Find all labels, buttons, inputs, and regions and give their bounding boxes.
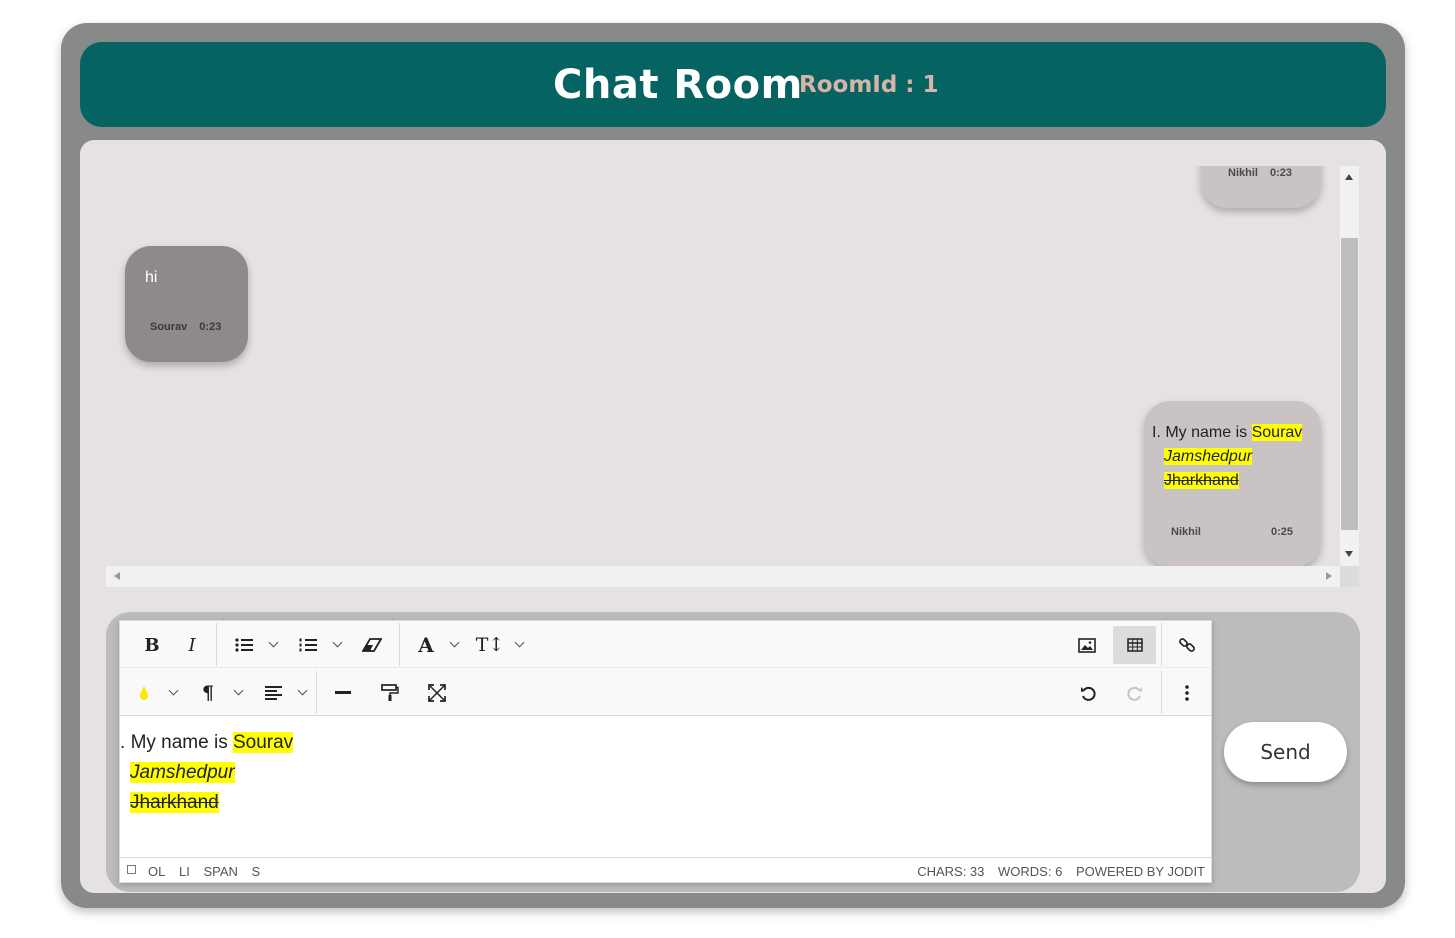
bold-icon[interactable]: B	[132, 626, 172, 664]
editor-line: My name is	[130, 732, 228, 753]
message-meta: Nikhil 0:23	[1228, 167, 1292, 179]
chevron-down-icon[interactable]	[168, 685, 179, 696]
editor-toolbar: B I A T↕ ¶	[120, 621, 1211, 716]
link-icon[interactable]	[1167, 626, 1207, 664]
numbered-list-icon[interactable]	[288, 626, 328, 664]
toolbar-separator	[1161, 671, 1162, 714]
message-time: 0:25	[1271, 526, 1294, 538]
italic-text: Jamshedpur	[1164, 448, 1253, 465]
fullscreen-icon[interactable]	[417, 674, 457, 712]
message-user: Nikhil	[1171, 526, 1201, 538]
message-text: hi	[145, 269, 158, 286]
toolbar-separator	[216, 623, 217, 666]
path-item[interactable]: OL	[148, 864, 165, 879]
more-icon[interactable]	[1167, 674, 1207, 712]
message-time: 0:23	[199, 321, 222, 333]
chevron-down-icon[interactable]	[233, 685, 244, 696]
toolbar-separator	[1161, 623, 1162, 666]
font-icon[interactable]: A	[406, 626, 446, 664]
list-marker: I.	[1152, 424, 1161, 441]
paragraph-icon[interactable]: ¶	[188, 674, 228, 712]
editor-status-bar: OL LI SPAN S CHARS: 33 WORDS: 6 POWERED …	[120, 857, 1211, 882]
scroll-left-icon[interactable]	[114, 572, 120, 580]
image-icon[interactable]	[1067, 626, 1107, 664]
message-bubble: hi Sourav 0:23	[125, 246, 248, 362]
element-path: OL LI SPAN S	[148, 864, 270, 879]
message-line: My name is	[1165, 424, 1248, 441]
scrollbar-corner	[1340, 566, 1359, 587]
chevron-down-icon[interactable]	[514, 637, 525, 648]
message-bubble: Nikhil 0:23	[1201, 166, 1321, 208]
toolbar-separator	[399, 623, 400, 666]
message-bubble: I. My name is Sourav Jamshedpur Jharkhan…	[1144, 401, 1321, 566]
chevron-down-icon[interactable]	[268, 637, 279, 648]
eraser-icon[interactable]	[352, 626, 392, 664]
message-time: 0:23	[1269, 167, 1292, 179]
chevron-down-icon[interactable]	[332, 637, 343, 648]
undo-icon[interactable]	[1068, 674, 1108, 712]
horizontal-scrollbar[interactable]	[106, 566, 1340, 587]
page-title: Chat Room	[553, 62, 803, 108]
toolbar-row: ¶	[120, 669, 1211, 716]
copy-format-icon[interactable]	[370, 674, 410, 712]
room-id-label: RoomId : 1	[799, 72, 939, 98]
rich-text-editor: B I A T↕ ¶ . My name is Sourav Jamshedpu…	[119, 620, 1212, 883]
message-rich-text: I. My name is Sourav Jamshedpur Jharkhan…	[1152, 421, 1303, 493]
scroll-right-icon[interactable]	[1326, 572, 1332, 580]
chevron-down-icon[interactable]	[297, 685, 308, 696]
toolbar-separator	[316, 671, 317, 714]
strikethrough-text: Jharkhand	[130, 792, 219, 813]
char-count: CHARS: 33	[917, 864, 985, 879]
list-marker: .	[120, 732, 126, 753]
strikethrough-text: Jharkhand	[1164, 472, 1239, 489]
message-user: Nikhil	[1228, 167, 1258, 179]
horizontal-rule-icon[interactable]	[323, 674, 363, 712]
send-button[interactable]: Send	[1224, 722, 1347, 782]
font-size-icon[interactable]: T↕	[470, 626, 510, 664]
brush-icon[interactable]	[124, 674, 164, 712]
redo-icon[interactable]	[1115, 674, 1155, 712]
chevron-down-icon[interactable]	[449, 637, 460, 648]
message-meta: Sourav 0:23	[150, 321, 221, 333]
path-item[interactable]: LI	[179, 864, 190, 879]
bulleted-list-icon[interactable]	[224, 626, 264, 664]
scroll-up-icon[interactable]	[1345, 174, 1353, 180]
highlighted-text: Sourav	[1251, 424, 1303, 441]
resize-handle-icon[interactable]	[127, 865, 136, 874]
editor-stats: CHARS: 33 WORDS: 6 POWERED BY JODIT	[907, 864, 1205, 879]
align-icon[interactable]	[253, 674, 293, 712]
toolbar-row: B I A T↕	[120, 621, 1211, 668]
path-item[interactable]: SPAN	[203, 864, 237, 879]
message-user: Sourav	[150, 321, 188, 333]
italic-text: Jamshedpur	[130, 762, 235, 783]
italic-icon[interactable]: I	[172, 626, 212, 664]
editor-content[interactable]: . My name is Sourav Jamshedpur Jharkhand	[120, 717, 1211, 857]
word-count: WORDS: 6	[998, 864, 1063, 879]
highlighted-text: Sourav	[232, 732, 294, 753]
path-item[interactable]: S	[252, 864, 261, 879]
powered-by-link[interactable]: POWERED BY JODIT	[1076, 864, 1205, 879]
scroll-down-icon[interactable]	[1345, 551, 1353, 557]
scrollbar-thumb[interactable]	[1341, 238, 1358, 530]
table-icon[interactable]	[1113, 626, 1156, 664]
message-list[interactable]: Nikhil 0:23 hi Sourav 0:23 I. My name is S…	[106, 166, 1340, 566]
